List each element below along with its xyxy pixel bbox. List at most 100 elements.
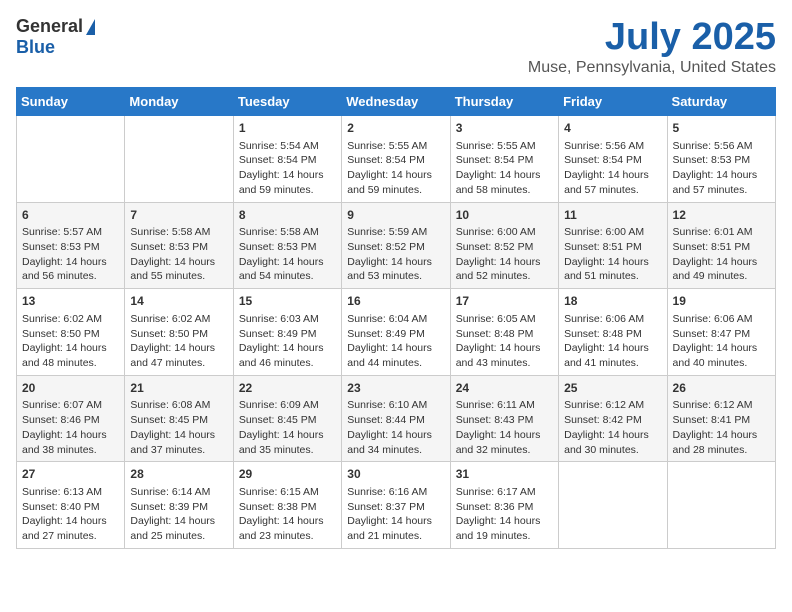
daylight-text: Daylight: 14 hours and 54 minutes. — [239, 255, 336, 284]
cell-content: 5Sunrise: 5:56 AMSunset: 8:53 PMDaylight… — [673, 120, 770, 198]
calendar-header-row: SundayMondayTuesdayWednesdayThursdayFrid… — [17, 88, 776, 116]
cell-content: 12Sunrise: 6:01 AMSunset: 8:51 PMDayligh… — [673, 207, 770, 285]
cell-content: 31Sunrise: 6:17 AMSunset: 8:36 PMDayligh… — [456, 466, 553, 544]
day-number: 27 — [22, 466, 119, 483]
day-number: 17 — [456, 293, 553, 310]
cell-content: 10Sunrise: 6:00 AMSunset: 8:52 PMDayligh… — [456, 207, 553, 285]
daylight-text: Daylight: 14 hours and 53 minutes. — [347, 255, 444, 284]
calendar-week-row: 20Sunrise: 6:07 AMSunset: 8:46 PMDayligh… — [17, 375, 776, 462]
sunset-text: Sunset: 8:51 PM — [673, 240, 770, 255]
daylight-text: Daylight: 14 hours and 52 minutes. — [456, 255, 553, 284]
cell-content: 27Sunrise: 6:13 AMSunset: 8:40 PMDayligh… — [22, 466, 119, 544]
sunrise-text: Sunrise: 5:57 AM — [22, 225, 119, 240]
sunrise-text: Sunrise: 5:56 AM — [673, 139, 770, 154]
daylight-text: Daylight: 14 hours and 19 minutes. — [456, 514, 553, 543]
sunset-text: Sunset: 8:39 PM — [130, 500, 227, 515]
cell-content: 2Sunrise: 5:55 AMSunset: 8:54 PMDaylight… — [347, 120, 444, 198]
daylight-text: Daylight: 14 hours and 40 minutes. — [673, 341, 770, 370]
calendar-header-sunday: Sunday — [17, 88, 125, 116]
sunrise-text: Sunrise: 6:03 AM — [239, 312, 336, 327]
daylight-text: Daylight: 14 hours and 57 minutes. — [564, 168, 661, 197]
cell-content: 24Sunrise: 6:11 AMSunset: 8:43 PMDayligh… — [456, 380, 553, 458]
sunrise-text: Sunrise: 5:55 AM — [456, 139, 553, 154]
calendar-cell: 31Sunrise: 6:17 AMSunset: 8:36 PMDayligh… — [450, 462, 558, 549]
sunrise-text: Sunrise: 5:59 AM — [347, 225, 444, 240]
month-title: July 2025 — [528, 16, 776, 59]
calendar-header-tuesday: Tuesday — [233, 88, 341, 116]
cell-content: 3Sunrise: 5:55 AMSunset: 8:54 PMDaylight… — [456, 120, 553, 198]
cell-content: 28Sunrise: 6:14 AMSunset: 8:39 PMDayligh… — [130, 466, 227, 544]
sunset-text: Sunset: 8:53 PM — [239, 240, 336, 255]
calendar-cell: 15Sunrise: 6:03 AMSunset: 8:49 PMDayligh… — [233, 289, 341, 376]
calendar-cell: 16Sunrise: 6:04 AMSunset: 8:49 PMDayligh… — [342, 289, 450, 376]
sunrise-text: Sunrise: 5:55 AM — [347, 139, 444, 154]
daylight-text: Daylight: 14 hours and 27 minutes. — [22, 514, 119, 543]
sunrise-text: Sunrise: 6:06 AM — [673, 312, 770, 327]
day-number: 16 — [347, 293, 444, 310]
day-number: 9 — [347, 207, 444, 224]
sunset-text: Sunset: 8:47 PM — [673, 327, 770, 342]
cell-content: 14Sunrise: 6:02 AMSunset: 8:50 PMDayligh… — [130, 293, 227, 371]
sunrise-text: Sunrise: 5:54 AM — [239, 139, 336, 154]
sunrise-text: Sunrise: 6:04 AM — [347, 312, 444, 327]
cell-content: 7Sunrise: 5:58 AMSunset: 8:53 PMDaylight… — [130, 207, 227, 285]
sunrise-text: Sunrise: 6:13 AM — [22, 485, 119, 500]
daylight-text: Daylight: 14 hours and 46 minutes. — [239, 341, 336, 370]
calendar-cell — [559, 462, 667, 549]
sunrise-text: Sunrise: 6:02 AM — [130, 312, 227, 327]
calendar-cell: 9Sunrise: 5:59 AMSunset: 8:52 PMDaylight… — [342, 202, 450, 289]
calendar-header-wednesday: Wednesday — [342, 88, 450, 116]
sunset-text: Sunset: 8:48 PM — [564, 327, 661, 342]
day-number: 22 — [239, 380, 336, 397]
calendar-cell: 11Sunrise: 6:00 AMSunset: 8:51 PMDayligh… — [559, 202, 667, 289]
daylight-text: Daylight: 14 hours and 56 minutes. — [22, 255, 119, 284]
calendar-table: SundayMondayTuesdayWednesdayThursdayFrid… — [16, 87, 776, 549]
sunset-text: Sunset: 8:48 PM — [456, 327, 553, 342]
calendar-cell: 29Sunrise: 6:15 AMSunset: 8:38 PMDayligh… — [233, 462, 341, 549]
cell-content: 9Sunrise: 5:59 AMSunset: 8:52 PMDaylight… — [347, 207, 444, 285]
cell-content: 6Sunrise: 5:57 AMSunset: 8:53 PMDaylight… — [22, 207, 119, 285]
day-number: 2 — [347, 120, 444, 137]
sunset-text: Sunset: 8:54 PM — [239, 153, 336, 168]
sunrise-text: Sunrise: 6:07 AM — [22, 398, 119, 413]
calendar-cell: 30Sunrise: 6:16 AMSunset: 8:37 PMDayligh… — [342, 462, 450, 549]
cell-content: 16Sunrise: 6:04 AMSunset: 8:49 PMDayligh… — [347, 293, 444, 371]
calendar-cell: 4Sunrise: 5:56 AMSunset: 8:54 PMDaylight… — [559, 116, 667, 203]
logo-general-text: General — [16, 16, 83, 37]
daylight-text: Daylight: 14 hours and 38 minutes. — [22, 428, 119, 457]
calendar-cell: 18Sunrise: 6:06 AMSunset: 8:48 PMDayligh… — [559, 289, 667, 376]
day-number: 28 — [130, 466, 227, 483]
cell-content: 1Sunrise: 5:54 AMSunset: 8:54 PMDaylight… — [239, 120, 336, 198]
daylight-text: Daylight: 14 hours and 25 minutes. — [130, 514, 227, 543]
day-number: 13 — [22, 293, 119, 310]
logo-blue-text: Blue — [16, 37, 55, 57]
sunset-text: Sunset: 8:36 PM — [456, 500, 553, 515]
sunset-text: Sunset: 8:37 PM — [347, 500, 444, 515]
sunrise-text: Sunrise: 5:58 AM — [239, 225, 336, 240]
sunrise-text: Sunrise: 6:02 AM — [22, 312, 119, 327]
sunset-text: Sunset: 8:54 PM — [456, 153, 553, 168]
calendar-cell: 19Sunrise: 6:06 AMSunset: 8:47 PMDayligh… — [667, 289, 775, 376]
calendar-header-friday: Friday — [559, 88, 667, 116]
daylight-text: Daylight: 14 hours and 30 minutes. — [564, 428, 661, 457]
sunrise-text: Sunrise: 6:08 AM — [130, 398, 227, 413]
cell-content: 29Sunrise: 6:15 AMSunset: 8:38 PMDayligh… — [239, 466, 336, 544]
sunset-text: Sunset: 8:50 PM — [22, 327, 119, 342]
logo: General Blue — [16, 16, 95, 58]
sunset-text: Sunset: 8:53 PM — [673, 153, 770, 168]
calendar-cell: 7Sunrise: 5:58 AMSunset: 8:53 PMDaylight… — [125, 202, 233, 289]
calendar-cell: 8Sunrise: 5:58 AMSunset: 8:53 PMDaylight… — [233, 202, 341, 289]
sunrise-text: Sunrise: 6:00 AM — [564, 225, 661, 240]
cell-content: 17Sunrise: 6:05 AMSunset: 8:48 PMDayligh… — [456, 293, 553, 371]
calendar-cell: 5Sunrise: 5:56 AMSunset: 8:53 PMDaylight… — [667, 116, 775, 203]
daylight-text: Daylight: 14 hours and 55 minutes. — [130, 255, 227, 284]
sunset-text: Sunset: 8:49 PM — [239, 327, 336, 342]
day-number: 23 — [347, 380, 444, 397]
daylight-text: Daylight: 14 hours and 58 minutes. — [456, 168, 553, 197]
calendar-cell — [17, 116, 125, 203]
sunset-text: Sunset: 8:44 PM — [347, 413, 444, 428]
day-number: 8 — [239, 207, 336, 224]
sunset-text: Sunset: 8:52 PM — [456, 240, 553, 255]
sunrise-text: Sunrise: 6:12 AM — [673, 398, 770, 413]
sunrise-text: Sunrise: 6:16 AM — [347, 485, 444, 500]
